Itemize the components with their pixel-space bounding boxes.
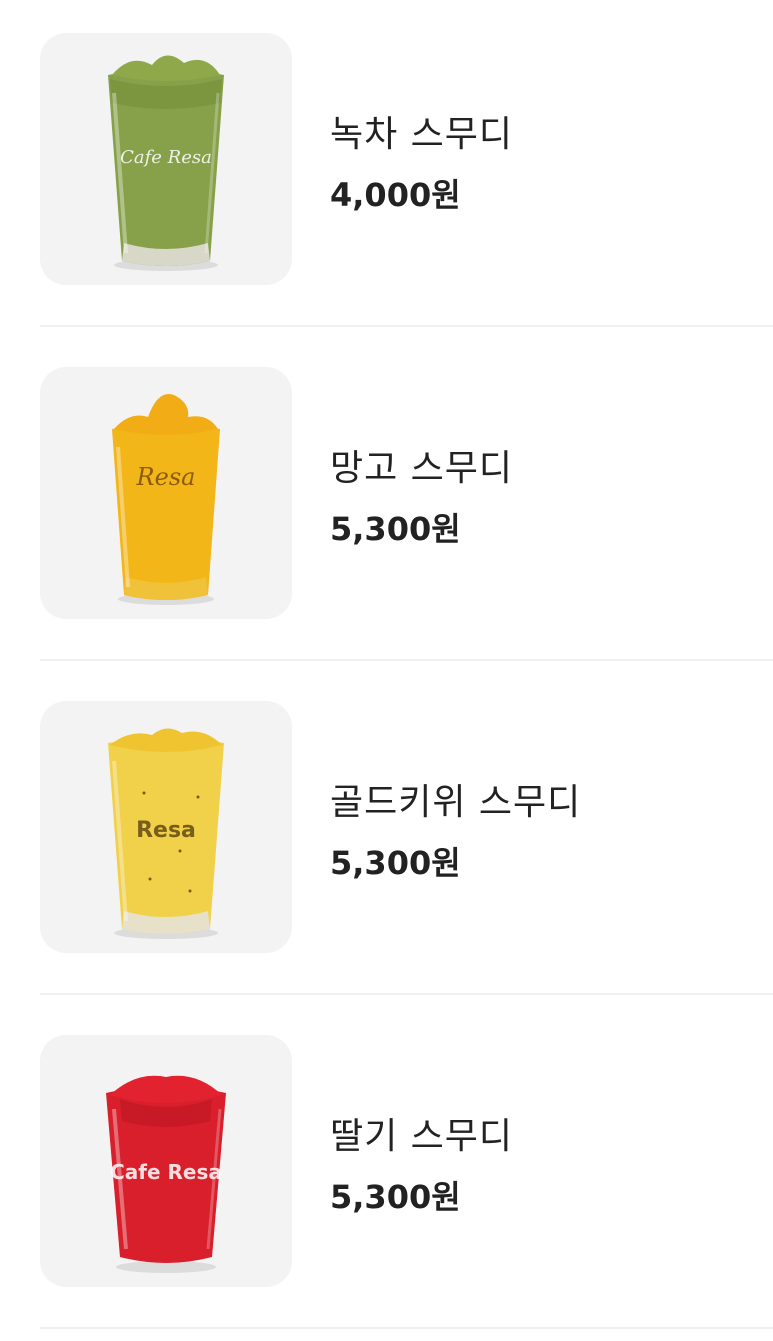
smoothie-cup-illustration: Resa bbox=[108, 728, 224, 939]
divider bbox=[40, 1327, 773, 1329]
item-name: 망고 스무디 bbox=[330, 448, 514, 489]
smoothie-cup-illustration: Cafe Resa bbox=[108, 55, 224, 271]
item-name: 딸기 스무디 bbox=[330, 1116, 514, 1157]
item-price: 5,300원 bbox=[330, 510, 461, 548]
cup-brand: Cafe Resa bbox=[120, 147, 212, 168]
cup-brand: Cafe Resa bbox=[110, 1160, 222, 1184]
item-price: 5,300원 bbox=[330, 1178, 461, 1216]
menu-item-mango-smoothie[interactable]: Resa 망고 스무디 5,300원 bbox=[40, 334, 773, 668]
item-name: 골드키위 스무디 bbox=[330, 782, 582, 823]
divider bbox=[40, 993, 773, 995]
gold-kiwi-smoothie-icon[interactable]: Resa bbox=[40, 701, 292, 953]
cup-brand: Resa bbox=[136, 818, 196, 843]
menu-item-green-tea-smoothie[interactable]: Cafe Resa 녹차 스무디 4,000원 bbox=[40, 0, 773, 334]
cup-brand: Resa bbox=[136, 463, 196, 491]
divider bbox=[40, 325, 773, 327]
smoothie-cup-illustration: Resa bbox=[112, 393, 220, 605]
menu-item-gold-kiwi-smoothie[interactable]: Resa 골드키위 스무디 5,300원 bbox=[40, 668, 773, 1002]
mango-smoothie-icon[interactable]: Resa bbox=[40, 367, 292, 619]
divider bbox=[40, 659, 773, 661]
green-tea-smoothie-icon[interactable]: Cafe Resa bbox=[40, 33, 292, 285]
menu-item-strawberry-smoothie[interactable]: Cafe Resa 딸기 스무디 5,300원 bbox=[40, 1002, 773, 1336]
item-price: 4,000원 bbox=[330, 176, 461, 214]
strawberry-smoothie-icon[interactable]: Cafe Resa bbox=[40, 1035, 292, 1287]
item-price: 5,300원 bbox=[330, 844, 461, 882]
item-name: 녹차 스무디 bbox=[330, 114, 514, 155]
smoothie-cup-illustration: Cafe Resa bbox=[106, 1075, 226, 1273]
